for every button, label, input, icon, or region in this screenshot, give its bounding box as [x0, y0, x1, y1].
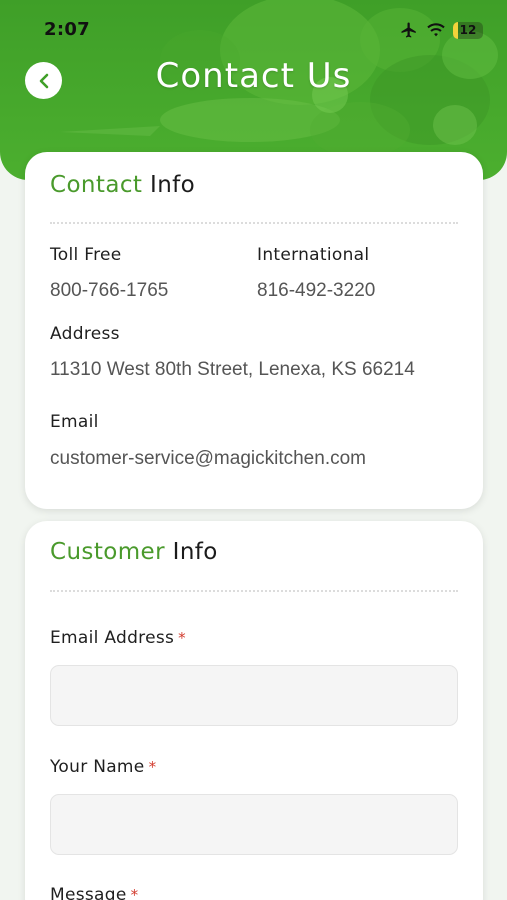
contact-info-card: Contact Info Toll Free 800-766-1765 Inte… — [25, 152, 483, 509]
contact-info-heading: Contact Info — [50, 172, 195, 198]
contact-info-heading-rest: Info — [142, 172, 196, 198]
airplane-icon — [401, 22, 416, 38]
battery-level: 12 — [459, 23, 477, 37]
toll-free-phone-link[interactable]: 800-766-1765 — [50, 280, 168, 302]
international-phone-link[interactable]: 816-492-3220 — [257, 280, 375, 302]
toll-free-label: Toll Free — [50, 245, 122, 265]
required-marker: * — [130, 886, 139, 900]
wifi-icon — [427, 23, 445, 37]
email-link[interactable]: customer-service@magickitchen.com — [50, 448, 366, 470]
customer-info-divider — [50, 590, 458, 592]
contact-info-divider — [50, 222, 458, 224]
required-marker: * — [178, 629, 186, 647]
address-label: Address — [50, 324, 120, 344]
contact-info-heading-accent: Contact — [50, 172, 143, 198]
battery-icon: 12 — [453, 21, 483, 39]
message-label-text: Message — [50, 885, 127, 900]
your-name-label: Your Name * — [50, 757, 156, 777]
email-label: Email — [50, 412, 99, 432]
customer-info-heading-rest: Info — [164, 539, 218, 565]
status-bar: 2:07 12 — [0, 0, 507, 60]
email-address-label: Email Address * — [50, 628, 186, 648]
your-name-label-text: Your Name — [50, 757, 145, 777]
customer-info-heading: Customer Info — [50, 539, 218, 565]
email-address-input[interactable] — [50, 665, 458, 726]
international-label: International — [257, 245, 370, 265]
customer-info-heading-accent: Customer — [50, 539, 165, 565]
customer-info-card: Customer Info Email Address * Your Name * … — [25, 521, 483, 900]
status-time: 2:07 — [44, 19, 90, 40]
your-name-input[interactable] — [50, 794, 458, 855]
page-title: Contact Us — [155, 56, 352, 96]
status-icons: 12 — [399, 20, 483, 40]
email-address-label-text: Email Address — [50, 628, 175, 648]
address-value: 11310 West 80th Street, Lenexa, KS 66214 — [50, 359, 415, 380]
required-marker: * — [148, 758, 157, 776]
message-label: Message * — [50, 885, 138, 900]
